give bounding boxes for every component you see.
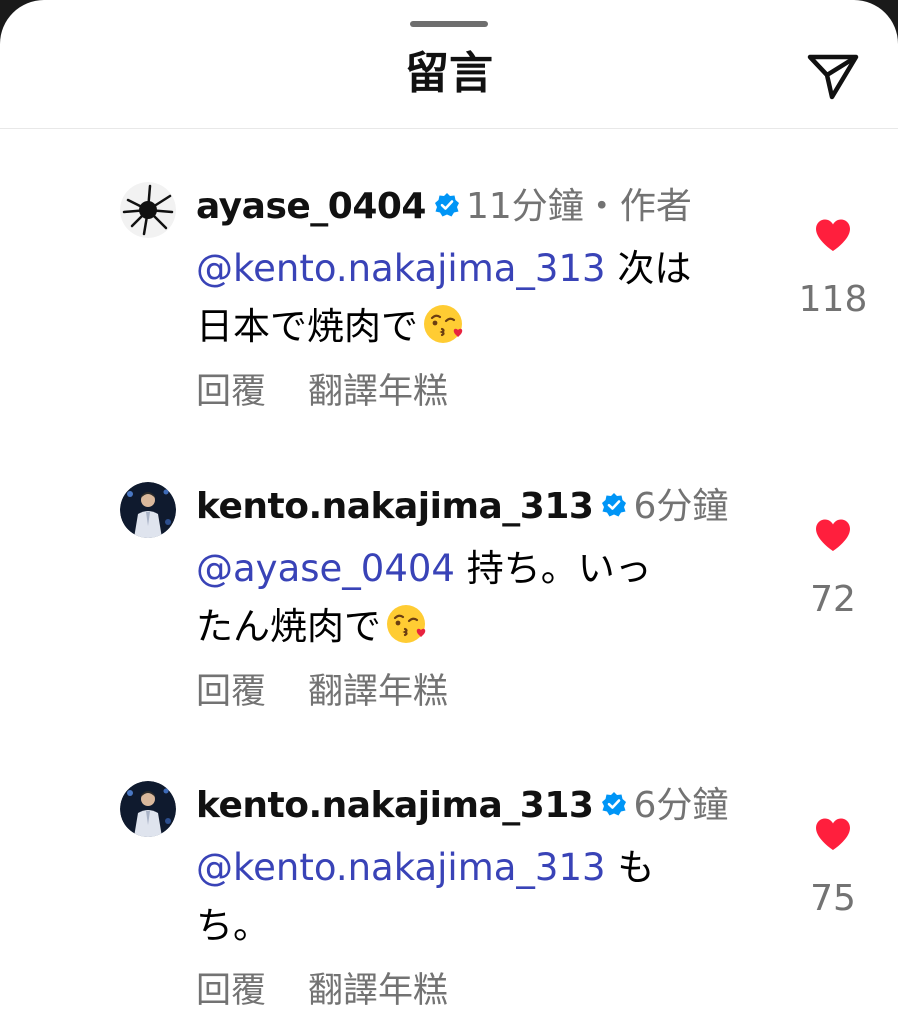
author-tag: 作者 xyxy=(619,186,692,227)
reply-button[interactable]: 回覆 xyxy=(196,372,266,412)
comment-text: @ayase_0404 持ち。いったん焼肉で xyxy=(196,540,736,656)
avatar[interactable] xyxy=(120,482,176,538)
comment-text: @kento.nakajima_313 次は日本で焼肉で xyxy=(196,240,736,356)
share-button[interactable] xyxy=(804,50,862,104)
username[interactable]: ayase_0404 xyxy=(196,186,426,227)
like-group: 75 xyxy=(790,817,876,919)
comment-meta: kento.nakajima_313 6分鐘 xyxy=(196,784,728,828)
reply-button[interactable]: 回覆 xyxy=(196,971,266,1011)
verified-badge-icon xyxy=(602,792,627,816)
mention-link[interactable]: @ayase_0404 xyxy=(196,547,455,590)
like-count: 72 xyxy=(810,579,856,620)
avatar[interactable] xyxy=(120,781,176,837)
like-count: 118 xyxy=(798,279,868,320)
mention-link[interactable]: @kento.nakajima_313 xyxy=(196,247,606,290)
comment-text: @kento.nakajima_313 もち。 xyxy=(196,839,736,955)
comment-text-line1: 持ち。いっ xyxy=(454,547,652,590)
translate-button[interactable]: 翻譯年糕 xyxy=(308,971,448,1011)
avatar[interactable] xyxy=(120,182,176,238)
sheet-title: 留言 xyxy=(405,48,493,99)
comment-meta: ayase_0404 11分鐘・作者 xyxy=(196,185,692,229)
sheet-grabber-handle[interactable] xyxy=(410,21,488,27)
kissing-heart-emoji-icon xyxy=(387,605,426,643)
username[interactable]: kento.nakajima_313 xyxy=(196,486,594,527)
comment-timestamp: 6分鐘 xyxy=(633,785,729,826)
comment-timestamp: 6分鐘 xyxy=(633,486,729,527)
comments-sheet: 留言 ayase_0404 11分鐘・作者 @kento.nakajima_31… xyxy=(0,0,898,1024)
heart-icon[interactable] xyxy=(814,817,852,851)
comment-actions: 回覆 翻譯年糕 xyxy=(196,370,448,414)
comment-timestamp: 11分鐘 xyxy=(465,186,584,227)
username[interactable]: kento.nakajima_313 xyxy=(196,785,594,826)
kissing-heart-emoji-icon xyxy=(424,305,463,343)
separator-dot: ・ xyxy=(583,186,620,227)
header-divider xyxy=(0,128,898,129)
comment-meta: kento.nakajima_313 6分鐘 xyxy=(196,485,728,529)
like-group: 118 xyxy=(790,218,876,320)
heart-icon[interactable] xyxy=(814,518,852,552)
like-count: 75 xyxy=(810,878,856,919)
comment-text-line1: も xyxy=(605,846,655,889)
comment-actions: 回覆 翻譯年糕 xyxy=(196,670,448,714)
translate-button[interactable]: 翻譯年糕 xyxy=(308,672,448,712)
like-group: 72 xyxy=(790,518,876,620)
reply-button[interactable]: 回覆 xyxy=(196,672,266,712)
comment-text-line2: たん焼肉で xyxy=(196,605,381,648)
comment-actions: 回覆 翻譯年糕 xyxy=(196,969,448,1013)
paper-plane-icon xyxy=(807,54,859,100)
translate-button[interactable]: 翻譯年糕 xyxy=(308,372,448,412)
heart-icon[interactable] xyxy=(814,218,852,252)
comment-text-line2: 日本で焼肉で xyxy=(196,305,418,348)
comment-text-line2: ち。 xyxy=(196,904,270,947)
verified-badge-icon xyxy=(602,493,627,517)
comment-text-line1: 次は xyxy=(605,247,692,290)
mention-link[interactable]: @kento.nakajima_313 xyxy=(196,846,606,889)
verified-badge-icon xyxy=(434,193,459,217)
